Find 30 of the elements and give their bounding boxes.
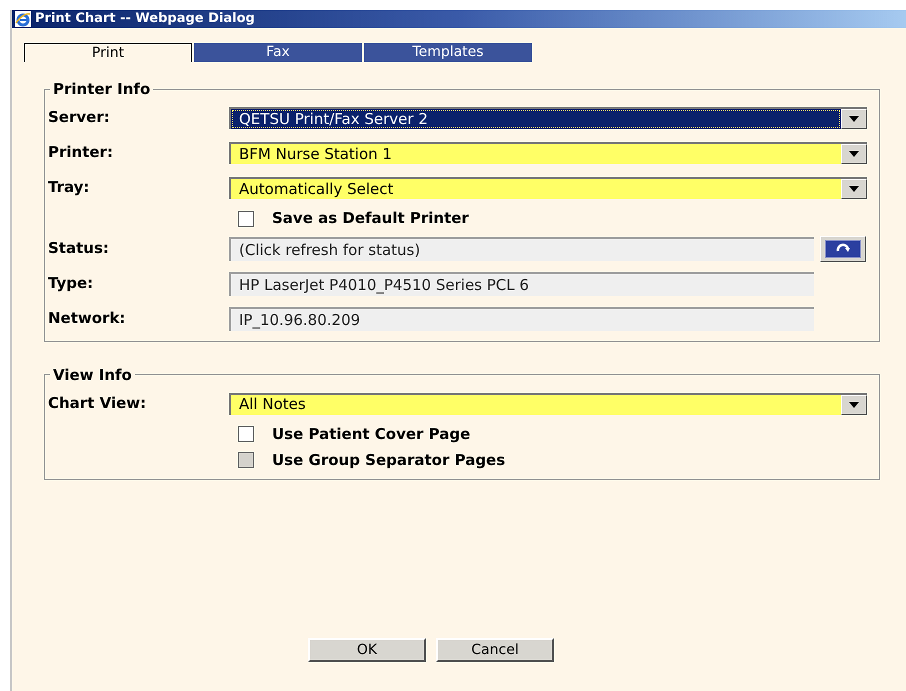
- dropdown-field[interactable]: QETSU Print/Fax Server 2: [229, 107, 867, 129]
- checkbox-label: Save as Default Printer: [272, 208, 469, 230]
- field-label: Status:: [48, 239, 109, 257]
- group-title: Printer Info: [52, 79, 152, 100]
- checkbox[interactable]: [238, 210, 254, 226]
- tab[interactable]: Templates: [364, 43, 532, 62]
- refresh-button[interactable]: [820, 236, 866, 262]
- readonly-field: HP LaserJet P4010_P4510 Series PCL 6: [229, 272, 814, 296]
- tab[interactable]: Fax: [194, 43, 362, 62]
- dialog-button[interactable]: OK: [308, 638, 426, 662]
- dropdown-field[interactable]: BFM Nurse Station 1: [229, 142, 867, 164]
- field-label: Type:: [48, 274, 94, 292]
- checkbox-label: Use Patient Cover Page: [272, 424, 470, 445]
- field-label: Server:: [48, 108, 110, 126]
- readonly-field: IP_10.96.80.209: [229, 307, 814, 331]
- refresh-icon: [825, 240, 861, 258]
- window-title: Print Chart -- Webpage Dialog: [35, 10, 255, 28]
- status-field: (Click refresh for status): [229, 237, 814, 261]
- dropdown-field[interactable]: All Notes: [229, 392, 867, 414]
- field-label: Chart View:: [48, 394, 146, 412]
- dropdown-field[interactable]: Automatically Select: [229, 177, 867, 199]
- field-label: Printer:: [48, 143, 113, 161]
- checkbox-label: Use Group Separator Pages: [272, 450, 506, 471]
- group-title: View Info: [52, 364, 133, 386]
- browser-logo-icon: [15, 11, 31, 27]
- tab[interactable]: Print: [24, 43, 192, 62]
- field-label: Network:: [48, 309, 126, 327]
- dialog-button[interactable]: Cancel: [436, 638, 554, 662]
- field-label: Tray:: [48, 178, 90, 196]
- checkbox[interactable]: [238, 426, 254, 442]
